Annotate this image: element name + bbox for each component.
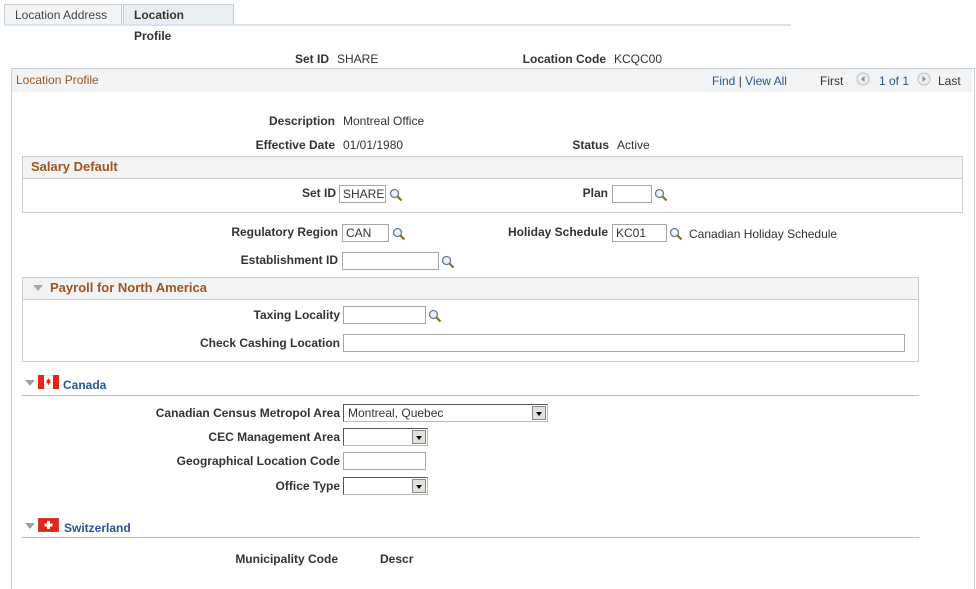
tab-bar-divider [4,24,791,26]
canada-collapse-icon[interactable] [25,380,35,386]
payroll-title[interactable]: Payroll for North America [50,280,207,295]
taxing-locality-lookup-icon[interactable] [428,309,442,323]
census-area-label: Canadian Census Metropol Area [155,406,340,420]
header-location-code-label: Location Code [522,52,606,66]
first-link[interactable]: First [820,74,843,88]
effective-date-value: 01/01/1980 [343,138,404,152]
header-location-code-value: KCQC00 [614,52,663,66]
switzerland-section-title[interactable]: Switzerland [64,521,131,535]
switzerland-collapse-icon[interactable] [25,523,35,529]
header-setid-label: Set ID [294,52,329,66]
cec-area-select[interactable] [343,428,428,446]
description-value: Montreal Office [343,114,425,128]
municipality-code-header: Municipality Code [235,552,338,566]
holiday-schedule-description: Canadian Holiday Schedule [689,227,838,241]
check-cashing-label: Check Cashing Location [199,336,340,350]
establishment-id-label: Establishment ID [240,253,338,267]
establishment-id-lookup-icon[interactable] [441,255,455,269]
payroll-collapse-icon[interactable] [33,285,43,291]
nav-separator: | [738,74,742,88]
salary-default-header [23,157,962,179]
switzerland-flag-icon [38,518,59,532]
taxing-locality-input[interactable] [343,306,426,324]
tab-location-profile[interactable]: Location Profile [123,4,234,43]
header-setid-value: SHARE [337,52,379,66]
establishment-id-input[interactable] [342,252,439,270]
status-label: Status [572,138,609,152]
office-type-label: Office Type [275,479,340,493]
office-type-select[interactable] [343,477,428,495]
geo-location-input[interactable] [343,452,426,470]
canada-section-title[interactable]: Canada [63,378,106,392]
census-area-value: Montreal, Quebec [348,406,444,420]
check-cashing-input[interactable] [343,334,905,352]
geo-location-label: Geographical Location Code [176,454,340,468]
regulatory-region-input[interactable]: CAN [342,224,389,242]
holiday-schedule-lookup-icon[interactable] [669,227,683,241]
group-nav-links: Find | View All [712,74,787,88]
descr-header: Descr [380,552,414,566]
salary-default-title: Salary Default [31,159,118,174]
switzerland-divider [22,537,919,538]
description-label: Description [268,114,335,128]
census-area-select[interactable]: Montreal, Quebec [343,404,548,422]
plan-label: Plan [582,186,608,200]
tab-location-address[interactable]: Location Address [4,4,122,25]
taxing-locality-label: Taxing Locality [253,308,340,322]
view-all-link[interactable]: View All [745,74,787,88]
next-icon[interactable] [917,72,931,86]
cec-area-dropdown-icon[interactable] [412,430,426,444]
previous-icon[interactable] [856,72,870,86]
canada-divider [22,395,919,396]
plan-lookup-icon[interactable] [654,188,668,202]
holiday-schedule-input[interactable]: KC01 [612,224,667,242]
census-area-dropdown-icon[interactable] [532,406,546,420]
salary-setid-label: Set ID [301,186,336,200]
cec-area-label: CEC Management Area [208,430,340,444]
find-link[interactable]: Find [712,74,735,88]
group-title: Location Profile [16,73,99,87]
salary-setid-lookup-icon[interactable] [389,188,403,202]
regulatory-region-lookup-icon[interactable] [392,227,406,241]
salary-setid-input[interactable]: SHARE [339,185,386,203]
canada-flag-icon [38,375,59,389]
last-link[interactable]: Last [938,74,961,88]
status-value: Active [617,138,650,152]
plan-input[interactable] [612,185,652,203]
holiday-schedule-label: Holiday Schedule [507,225,608,239]
row-counter: 1 of 1 [879,74,910,88]
regulatory-region-label: Regulatory Region [231,225,338,239]
office-type-dropdown-icon[interactable] [412,479,426,493]
effective-date-label: Effective Date [255,138,335,152]
